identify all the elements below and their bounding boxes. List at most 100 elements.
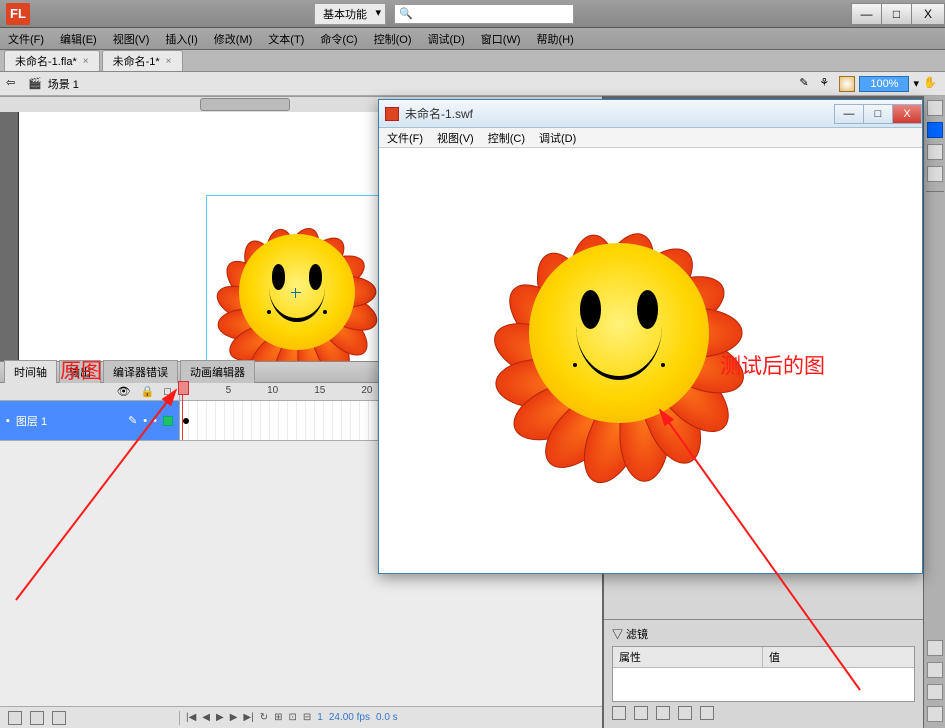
add-filter-button[interactable]	[612, 706, 626, 720]
swf-stage	[379, 148, 922, 573]
options-icon[interactable]	[927, 706, 943, 722]
snap-icon[interactable]	[927, 640, 943, 656]
swf-menu-file[interactable]: 文件(F)	[387, 130, 423, 146]
workspace-dropdown[interactable]: 基本功能	[314, 3, 386, 25]
doc-tab-1[interactable]: 未命名-1.fla* ×	[4, 50, 100, 71]
onion-outline-button[interactable]: ⊡	[288, 712, 296, 723]
search-input[interactable]: 🔍	[394, 4, 574, 24]
layer-eye-dot[interactable]: •	[143, 415, 147, 427]
menu-help[interactable]: 帮助(H)	[533, 29, 578, 49]
menu-control[interactable]: 控制(O)	[370, 29, 416, 49]
next-frame-button[interactable]: ▶	[230, 712, 238, 723]
tab-timeline[interactable]: 时间轴	[4, 360, 57, 383]
menu-view[interactable]: 视图(V)	[109, 29, 154, 49]
swf-menu-debug[interactable]: 调试(D)	[539, 130, 576, 146]
swf-minimize-button[interactable]: —	[834, 104, 864, 124]
first-frame-button[interactable]: |◀	[186, 712, 196, 723]
menu-window[interactable]: 窗口(W)	[477, 29, 525, 49]
layer-lock-dot[interactable]: •	[153, 415, 157, 427]
symbol-icon[interactable]: ⚘	[819, 76, 835, 92]
delete-filter-button[interactable]	[700, 706, 714, 720]
menu-cmd[interactable]: 命令(C)	[316, 29, 361, 49]
menu-modify[interactable]: 修改(M)	[210, 29, 257, 49]
last-frame-button[interactable]: ▶|	[243, 712, 253, 723]
scene-label[interactable]: 场景 1	[48, 76, 79, 92]
playhead[interactable]	[182, 383, 183, 440]
workspace-icon[interactable]	[839, 76, 855, 92]
layer-outline-swatch[interactable]	[163, 416, 173, 426]
menu-text[interactable]: 文本(T)	[264, 29, 308, 49]
eye-left	[272, 264, 286, 289]
menu-debug[interactable]: 调试(D)	[424, 29, 469, 49]
filters-header[interactable]: ▽ 滤镜	[612, 624, 915, 644]
window-maximize-button[interactable]: □	[881, 3, 912, 25]
delete-layer-button[interactable]	[52, 711, 66, 725]
doc-tab-1-label: 未命名-1.fla*	[15, 53, 77, 69]
eye-right	[637, 290, 659, 329]
eye-icon[interactable]: 👁	[117, 385, 131, 398]
sunflower-preview	[479, 193, 759, 473]
eye-left	[580, 290, 602, 329]
close-icon[interactable]: ×	[166, 56, 172, 67]
straighten-icon[interactable]	[927, 684, 943, 700]
layer-name[interactable]: 图层 1	[16, 413, 47, 429]
window-minimize-button[interactable]: —	[851, 3, 882, 25]
swf-preview-window[interactable]: 未命名-1.swf — □ X 文件(F) 视图(V) 控制(C) 调试(D)	[378, 99, 923, 574]
prev-frame-button[interactable]: ◀	[202, 712, 210, 723]
window-close-button[interactable]: X	[911, 3, 945, 25]
back-arrow-icon[interactable]: ⇦	[6, 76, 22, 92]
no-color-icon[interactable]	[927, 166, 943, 182]
registration-point-icon	[291, 288, 301, 298]
doc-tab-2-label: 未命名-1*	[113, 53, 160, 69]
tick: 5	[226, 385, 232, 396]
swf-menu-control[interactable]: 控制(C)	[488, 130, 525, 146]
play-button[interactable]: ▶	[216, 712, 224, 723]
current-frame[interactable]: 1	[317, 712, 323, 723]
menu-edit[interactable]: 编辑(E)	[56, 29, 101, 49]
menu-insert[interactable]: 插入(I)	[161, 29, 201, 49]
lock-icon[interactable]: 🔒	[141, 385, 155, 398]
onion-skin-button[interactable]: ⊞	[274, 712, 282, 723]
outline-icon[interactable]: □	[164, 386, 171, 398]
loop-button[interactable]: ↻	[260, 712, 268, 723]
color-toolstrip	[923, 96, 945, 728]
zoom-chevron-icon[interactable]: ▾	[913, 77, 919, 90]
zoom-dropdown[interactable]: 100%	[859, 76, 909, 92]
new-folder-button[interactable]	[30, 711, 44, 725]
swf-titlebar[interactable]: 未命名-1.swf — □ X	[379, 100, 922, 128]
hand-tool-icon[interactable]: ✋	[923, 76, 939, 92]
doc-tab-2[interactable]: 未命名-1* ×	[102, 50, 183, 71]
new-layer-button[interactable]	[8, 711, 22, 725]
app-logo: FL	[6, 3, 30, 25]
edit-scene-icon[interactable]: ✎	[799, 76, 815, 92]
presets-button[interactable]	[634, 706, 648, 720]
edit-multiple-button[interactable]: ⊟	[303, 712, 311, 723]
tick: 15	[314, 385, 325, 396]
timeline-footer: |◀ ◀ ▶ ▶ ▶| ↻ ⊞ ⊡ ⊟ 1 24.00 fps 0.0 s	[0, 706, 602, 728]
swf-menu-view[interactable]: 视图(V)	[437, 130, 474, 146]
stroke-color-swatch[interactable]	[927, 144, 943, 160]
eye-right	[309, 264, 323, 289]
clipboard-button[interactable]	[656, 706, 670, 720]
swap-color-icon[interactable]	[927, 100, 943, 116]
fps-display[interactable]: 24.00 fps	[329, 712, 370, 723]
tab-motion-editor[interactable]: 动画编辑器	[180, 360, 255, 383]
keyframe[interactable]	[183, 418, 189, 424]
tab-compiler-errors[interactable]: 编译器错误	[103, 360, 178, 383]
tab-output[interactable]: 输出	[59, 360, 101, 383]
selection-rect[interactable]	[206, 195, 386, 361]
fill-color-swatch[interactable]	[927, 122, 943, 138]
filters-col-value: 值	[763, 647, 786, 667]
smile	[576, 326, 662, 380]
layer-row[interactable]: ▪ 图层 1 ✎ • •	[0, 401, 180, 440]
swf-close-button[interactable]: X	[892, 104, 922, 124]
smooth-icon[interactable]	[927, 662, 943, 678]
swf-maximize-button[interactable]: □	[863, 104, 893, 124]
pencil-icon: ✎	[128, 414, 137, 427]
close-icon[interactable]: ×	[83, 56, 89, 67]
time-display: 0.0 s	[376, 712, 398, 723]
menu-file[interactable]: 文件(F)	[4, 29, 48, 49]
sunflower-symbol[interactable]	[207, 202, 387, 361]
layer-type-icon: ▪	[6, 415, 10, 427]
toggle-filter-button[interactable]	[678, 706, 692, 720]
